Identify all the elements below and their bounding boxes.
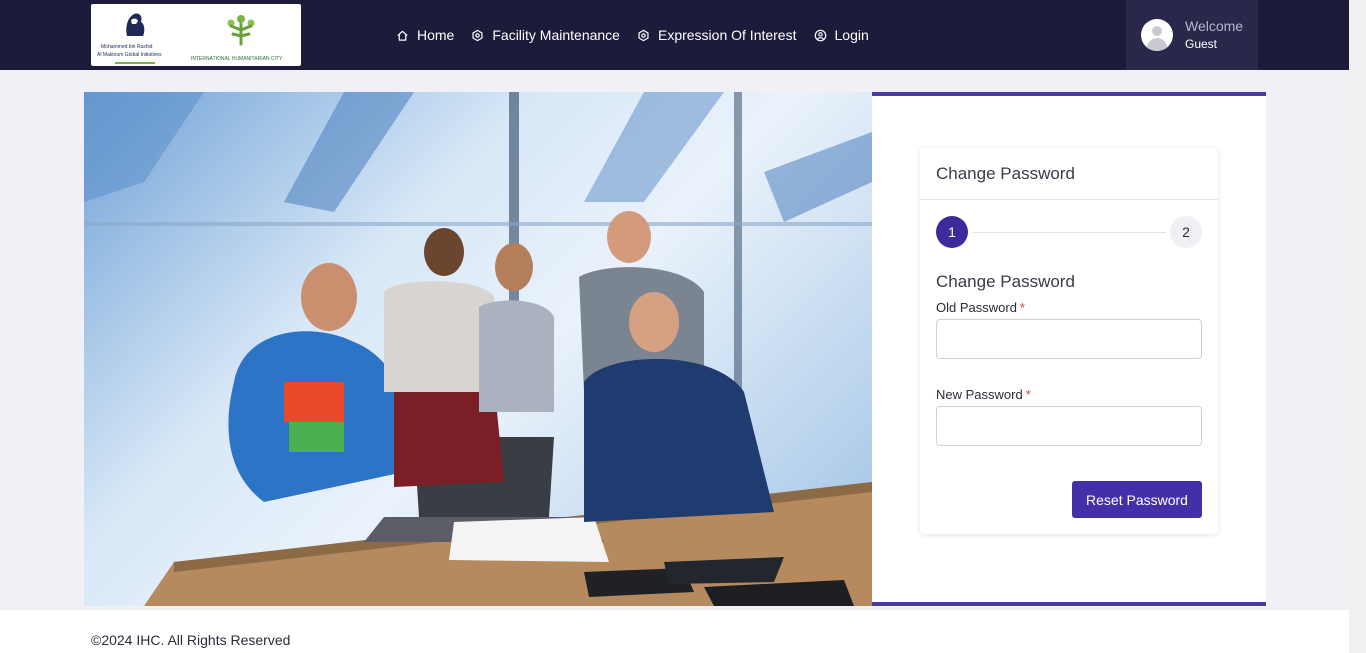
reset-password-button[interactable]: Reset Password bbox=[1072, 481, 1202, 518]
nav-home[interactable]: Home bbox=[396, 27, 454, 43]
mbrgi-logo: Mohammed bin Rashid Al Maktoum Global In… bbox=[95, 8, 177, 64]
section-title: Change Password bbox=[936, 272, 1075, 291]
nav-expression-of-interest[interactable]: Expression Of Interest bbox=[637, 27, 797, 43]
nav-login-label: Login bbox=[834, 27, 869, 43]
stepper-connector bbox=[972, 232, 1166, 233]
required-mark: * bbox=[1025, 387, 1031, 402]
welcome-title: Welcome bbox=[1185, 18, 1244, 34]
step-1[interactable]: 1 bbox=[936, 216, 968, 248]
logo-underline bbox=[115, 62, 155, 64]
main-nav: Home Facility Maintenance Expression Of … bbox=[396, 26, 886, 44]
site-logo[interactable]: Mohammed bin Rashid Al Maktoum Global In… bbox=[91, 4, 301, 66]
user-circle-icon bbox=[814, 29, 826, 41]
nav-login[interactable]: Login bbox=[814, 27, 869, 43]
team-celebration-photo bbox=[84, 92, 872, 606]
stepper: 1 2 bbox=[936, 216, 1202, 248]
required-mark: * bbox=[1019, 300, 1025, 315]
card-title: Change Password bbox=[920, 148, 1218, 200]
welcome-user-name: Guest bbox=[1185, 37, 1218, 51]
ihc-logo: INTERNATIONAL HUMANITARIAN CITY bbox=[191, 8, 297, 64]
nav-home-label: Home bbox=[417, 27, 455, 43]
footer: ©2024 IHC. All Rights Reserved bbox=[0, 610, 1349, 653]
user-menu[interactable]: Welcome Guest bbox=[1126, 0, 1258, 70]
new-password-input[interactable] bbox=[936, 406, 1202, 446]
nav-facility-maintenance[interactable]: Facility Maintenance bbox=[471, 27, 620, 43]
step-2[interactable]: 2 bbox=[1170, 216, 1202, 248]
gear-icon bbox=[472, 29, 483, 41]
new-password-label: New Password * bbox=[936, 387, 1031, 402]
top-navigation-bar: Mohammed bin Rashid Al Maktoum Global In… bbox=[0, 0, 1366, 70]
change-password-panel: Change Password 1 2 Change Password Old … bbox=[872, 92, 1266, 606]
new-password-label-text: New Password bbox=[936, 387, 1023, 402]
gear-icon bbox=[638, 29, 649, 41]
old-password-label-text: Old Password bbox=[936, 300, 1017, 315]
page-scrollbar[interactable] bbox=[1349, 0, 1366, 653]
logo-text-ihc: INTERNATIONAL HUMANITARIAN CITY bbox=[191, 56, 283, 62]
nav-expression-of-interest-label: Expression Of Interest bbox=[657, 27, 797, 43]
old-password-label: Old Password * bbox=[936, 300, 1025, 315]
change-password-card: Change Password 1 2 Change Password Old … bbox=[920, 148, 1218, 534]
old-password-input[interactable] bbox=[936, 319, 1202, 359]
copyright-text: ©2024 IHC. All Rights Reserved bbox=[91, 632, 291, 648]
home-icon bbox=[397, 30, 408, 41]
nav-facility-maintenance-label: Facility Maintenance bbox=[492, 27, 620, 43]
avatar bbox=[1141, 19, 1173, 51]
logo-text-line-2: Al Maktoum Global Initiatives bbox=[97, 52, 162, 58]
main-content: Change Password 1 2 Change Password Old … bbox=[84, 92, 1266, 606]
logo-text-line-1: Mohammed bin Rashid bbox=[101, 44, 153, 50]
